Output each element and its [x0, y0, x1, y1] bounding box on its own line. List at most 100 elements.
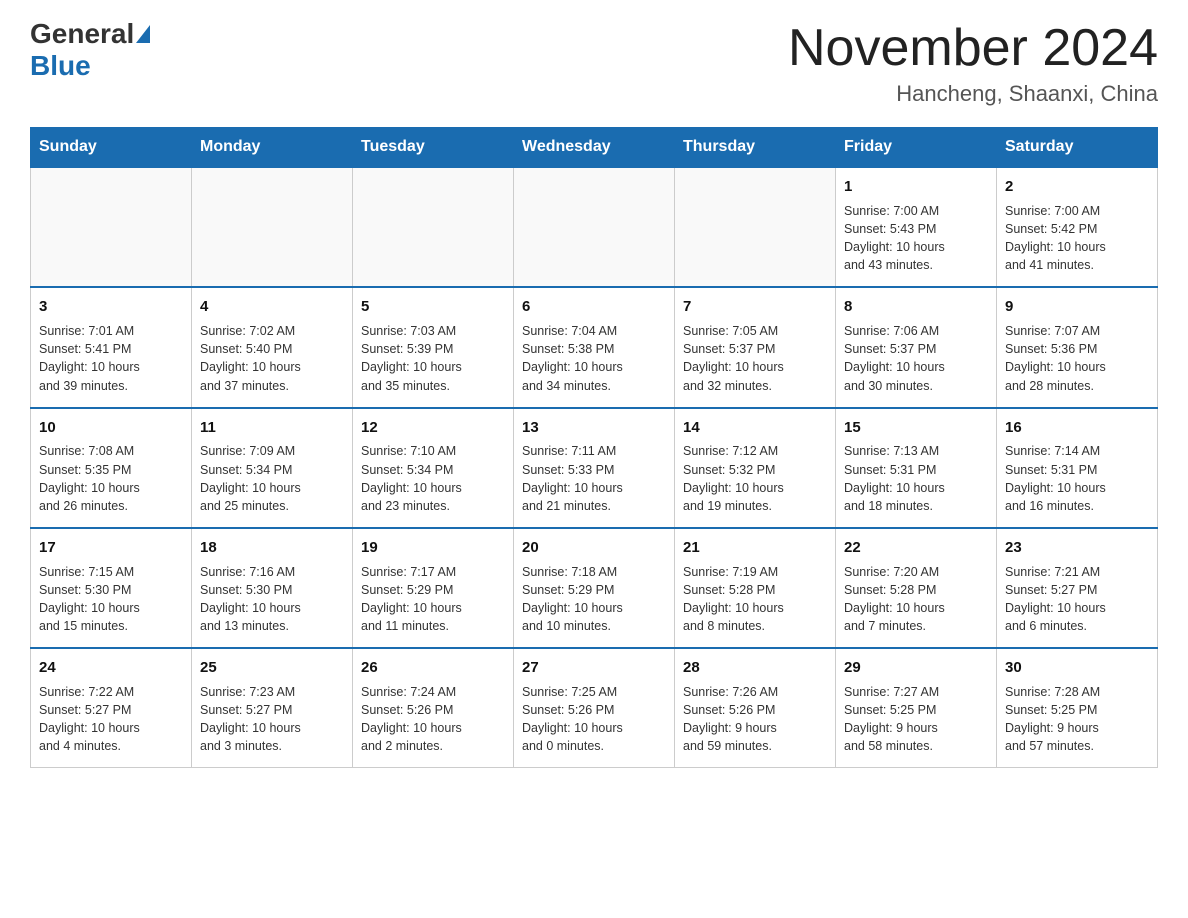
calendar-cell: 26Sunrise: 7:24 AMSunset: 5:26 PMDayligh… — [353, 648, 514, 768]
calendar-cell — [31, 167, 192, 287]
day-info: Sunrise: 7:13 AMSunset: 5:31 PMDaylight:… — [844, 442, 988, 515]
calendar-cell: 7 Sunrise: 7:05 AMSunset: 5:37 PMDaylight… — [675, 287, 836, 407]
title-area: November 2024 Hancheng, Shaanxi, China — [788, 20, 1158, 107]
logo-blue-text: Blue — [30, 50, 91, 82]
day-number: 19 — [361, 537, 505, 559]
calendar-cell: 16 Sunrise: 7:14 AMSunset: 5:31 PMDayligh… — [997, 408, 1158, 528]
day-number: 23 — [1005, 537, 1149, 559]
calendar-cell: 14 Sunrise: 7:12 AMSunset: 5:32 PMDayligh… — [675, 408, 836, 528]
day-number: 8 — [844, 296, 988, 318]
day-info: Sunrise: 7:27 AMSunset: 5:25 PMDaylight:… — [844, 683, 988, 756]
day-number: 14 — [683, 417, 827, 439]
calendar-cell — [353, 167, 514, 287]
day-number: 27 — [522, 657, 666, 679]
day-info: Sunrise: 7:10 AMSunset: 5:34 PMDaylight:… — [361, 442, 505, 515]
day-number: 2 — [1005, 176, 1149, 198]
calendar-cell: 30 Sunrise: 7:28 AMSunset: 5:25 PMDayligh… — [997, 648, 1158, 768]
header-monday: Monday — [192, 128, 353, 168]
day-number: 13 — [522, 417, 666, 439]
calendar-cell: 17 Sunrise: 7:15 AMSunset: 5:30 PMDayligh… — [31, 528, 192, 648]
day-info: Sunrise: 7:03 AMSunset: 5:39 PMDaylight:… — [361, 322, 505, 395]
day-info: Sunrise: 7:14 AMSunset: 5:31 PMDaylight:… — [1005, 442, 1149, 515]
day-info: Sunrise: 7:08 AMSunset: 5:35 PMDaylight:… — [39, 442, 183, 515]
day-number: 16 — [1005, 417, 1149, 439]
header-saturday: Saturday — [997, 128, 1158, 168]
calendar-cell — [192, 167, 353, 287]
day-info: Sunrise: 7:05 AMSunset: 5:37 PMDaylight:… — [683, 322, 827, 395]
day-info: Sunrise: 7:00 AMSunset: 5:43 PMDaylight:… — [844, 202, 988, 275]
calendar-table: SundayMondayTuesdayWednesdayThursdayFrid… — [30, 127, 1158, 768]
header-row: SundayMondayTuesdayWednesdayThursdayFrid… — [31, 128, 1158, 168]
header: General Blue November 2024 Hancheng, Sha… — [30, 20, 1158, 107]
day-info: Sunrise: 7:07 AMSunset: 5:36 PMDaylight:… — [1005, 322, 1149, 395]
calendar-cell: 23Sunrise: 7:21 AMSunset: 5:27 PMDayligh… — [997, 528, 1158, 648]
day-info: Sunrise: 7:06 AMSunset: 5:37 PMDaylight:… — [844, 322, 988, 395]
week-row-1: 1 Sunrise: 7:00 AMSunset: 5:43 PMDaylight… — [31, 167, 1158, 287]
calendar-cell: 15 Sunrise: 7:13 AMSunset: 5:31 PMDayligh… — [836, 408, 997, 528]
day-info: Sunrise: 7:09 AMSunset: 5:34 PMDaylight:… — [200, 442, 344, 515]
day-info: Sunrise: 7:15 AMSunset: 5:30 PMDaylight:… — [39, 563, 183, 636]
calendar-cell: 24 Sunrise: 7:22 AMSunset: 5:27 PMDayligh… — [31, 648, 192, 768]
day-info: Sunrise: 7:04 AMSunset: 5:38 PMDaylight:… — [522, 322, 666, 395]
calendar-cell: 10 Sunrise: 7:08 AMSunset: 5:35 PMDayligh… — [31, 408, 192, 528]
calendar-cell: 18Sunrise: 7:16 AMSunset: 5:30 PMDayligh… — [192, 528, 353, 648]
week-row-5: 24 Sunrise: 7:22 AMSunset: 5:27 PMDayligh… — [31, 648, 1158, 768]
calendar-cell — [514, 167, 675, 287]
day-info: Sunrise: 7:28 AMSunset: 5:25 PMDaylight:… — [1005, 683, 1149, 756]
day-number: 22 — [844, 537, 988, 559]
day-number: 30 — [1005, 657, 1149, 679]
calendar-cell: 5 Sunrise: 7:03 AMSunset: 5:39 PMDaylight… — [353, 287, 514, 407]
day-info: Sunrise: 7:23 AMSunset: 5:27 PMDaylight:… — [200, 683, 344, 756]
calendar-cell: 9 Sunrise: 7:07 AMSunset: 5:36 PMDaylight… — [997, 287, 1158, 407]
header-friday: Friday — [836, 128, 997, 168]
day-number: 5 — [361, 296, 505, 318]
calendar-cell: 20Sunrise: 7:18 AMSunset: 5:29 PMDayligh… — [514, 528, 675, 648]
calendar-cell: 29Sunrise: 7:27 AMSunset: 5:25 PMDayligh… — [836, 648, 997, 768]
logo: General Blue — [30, 20, 150, 82]
calendar-cell: 2 Sunrise: 7:00 AMSunset: 5:42 PMDaylight… — [997, 167, 1158, 287]
header-sunday: Sunday — [31, 128, 192, 168]
day-info: Sunrise: 7:26 AMSunset: 5:26 PMDaylight:… — [683, 683, 827, 756]
day-number: 15 — [844, 417, 988, 439]
calendar-cell: 27Sunrise: 7:25 AMSunset: 5:26 PMDayligh… — [514, 648, 675, 768]
calendar-cell: 25Sunrise: 7:23 AMSunset: 5:27 PMDayligh… — [192, 648, 353, 768]
day-number: 26 — [361, 657, 505, 679]
day-number: 18 — [200, 537, 344, 559]
day-number: 11 — [200, 417, 344, 439]
day-info: Sunrise: 7:02 AMSunset: 5:40 PMDaylight:… — [200, 322, 344, 395]
day-info: Sunrise: 7:18 AMSunset: 5:29 PMDaylight:… — [522, 563, 666, 636]
calendar-body: 1 Sunrise: 7:00 AMSunset: 5:43 PMDaylight… — [31, 167, 1158, 768]
day-number: 7 — [683, 296, 827, 318]
calendar-cell: 13 Sunrise: 7:11 AMSunset: 5:33 PMDayligh… — [514, 408, 675, 528]
header-tuesday: Tuesday — [353, 128, 514, 168]
day-number: 24 — [39, 657, 183, 679]
calendar-cell: 22Sunrise: 7:20 AMSunset: 5:28 PMDayligh… — [836, 528, 997, 648]
day-info: Sunrise: 7:12 AMSunset: 5:32 PMDaylight:… — [683, 442, 827, 515]
calendar-cell: 19 Sunrise: 7:17 AMSunset: 5:29 PMDayligh… — [353, 528, 514, 648]
logo-triangle-icon — [136, 25, 150, 43]
day-number: 17 — [39, 537, 183, 559]
week-row-2: 3 Sunrise: 7:01 AMSunset: 5:41 PMDaylight… — [31, 287, 1158, 407]
day-number: 21 — [683, 537, 827, 559]
calendar-cell: 28Sunrise: 7:26 AMSunset: 5:26 PMDayligh… — [675, 648, 836, 768]
day-number: 1 — [844, 176, 988, 198]
calendar-cell: 6 Sunrise: 7:04 AMSunset: 5:38 PMDaylight… — [514, 287, 675, 407]
calendar-subtitle: Hancheng, Shaanxi, China — [788, 81, 1158, 107]
day-info: Sunrise: 7:00 AMSunset: 5:42 PMDaylight:… — [1005, 202, 1149, 275]
calendar-header: SundayMondayTuesdayWednesdayThursdayFrid… — [31, 128, 1158, 168]
day-number: 6 — [522, 296, 666, 318]
day-info: Sunrise: 7:22 AMSunset: 5:27 PMDaylight:… — [39, 683, 183, 756]
day-info: Sunrise: 7:01 AMSunset: 5:41 PMDaylight:… — [39, 322, 183, 395]
day-info: Sunrise: 7:19 AMSunset: 5:28 PMDaylight:… — [683, 563, 827, 636]
day-number: 12 — [361, 417, 505, 439]
day-number: 10 — [39, 417, 183, 439]
header-thursday: Thursday — [675, 128, 836, 168]
calendar-cell: 8 Sunrise: 7:06 AMSunset: 5:37 PMDaylight… — [836, 287, 997, 407]
day-info: Sunrise: 7:17 AMSunset: 5:29 PMDaylight:… — [361, 563, 505, 636]
calendar-cell: 21 Sunrise: 7:19 AMSunset: 5:28 PMDayligh… — [675, 528, 836, 648]
day-info: Sunrise: 7:11 AMSunset: 5:33 PMDaylight:… — [522, 442, 666, 515]
logo-general-text: General — [30, 20, 134, 48]
day-number: 3 — [39, 296, 183, 318]
day-number: 9 — [1005, 296, 1149, 318]
calendar-title: November 2024 — [788, 20, 1158, 77]
